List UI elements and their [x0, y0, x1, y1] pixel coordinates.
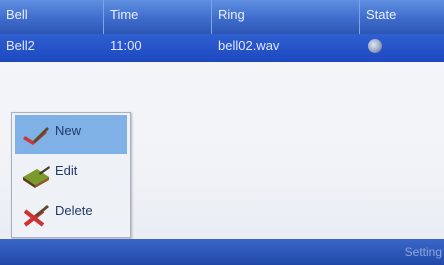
menu-item-label: Edit	[55, 163, 78, 178]
edit-icon	[23, 166, 50, 188]
delete-icon	[23, 205, 49, 227]
status-bar: Setting	[0, 239, 444, 265]
footer-setting-label[interactable]: Setting	[405, 245, 442, 259]
column-header-bell[interactable]: Bell	[0, 0, 104, 34]
column-header-state[interactable]: State	[360, 0, 444, 34]
cell-time: 11:00	[110, 38, 142, 53]
table-header: Bell Time Ring State	[0, 0, 444, 34]
cell-ring: bell02.wav	[218, 38, 280, 53]
new-icon	[23, 127, 49, 145]
menu-item-new[interactable]: New	[15, 115, 127, 154]
menu-item-label: New	[55, 123, 82, 138]
context-menu: New Edit Delete	[11, 112, 131, 238]
menu-item-edit[interactable]: Edit	[15, 155, 127, 194]
column-header-ring[interactable]: Ring	[212, 0, 360, 34]
sync-icon	[368, 39, 382, 53]
bell-schedule-screen: Bell Time Ring State Bell2 11:00 bell02.…	[0, 0, 444, 265]
menu-item-delete[interactable]: Delete	[15, 195, 127, 234]
menu-item-label: Delete	[55, 203, 93, 218]
cell-bell: Bell2	[6, 38, 35, 53]
column-header-time[interactable]: Time	[104, 0, 212, 34]
